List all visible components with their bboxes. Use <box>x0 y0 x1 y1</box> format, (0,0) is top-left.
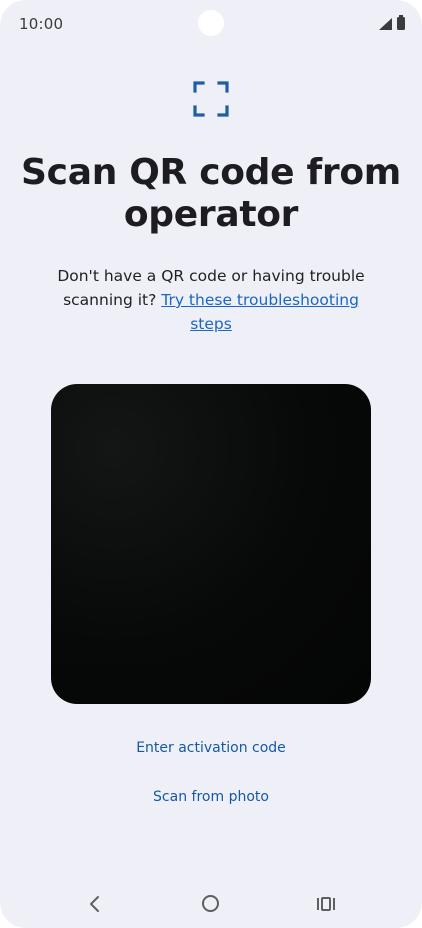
enter-activation-code-button[interactable]: Enter activation code <box>100 740 322 756</box>
help-text: Don't have a QR code or having trouble s… <box>50 264 372 336</box>
screen: 10:00 Scan QR code from operator Don't h… <box>0 0 422 928</box>
camera-cutout <box>198 10 224 36</box>
back-icon[interactable] <box>86 894 104 914</box>
scan-from-photo-button[interactable]: Scan from photo <box>100 789 322 805</box>
recent-apps-icon[interactable] <box>316 896 336 912</box>
camera-viewfinder <box>51 384 371 704</box>
battery-icon <box>397 15 405 30</box>
navigation-bar <box>0 884 422 924</box>
scan-icon <box>193 81 229 117</box>
status-icons <box>379 15 405 30</box>
page-title: Scan QR code from operator <box>21 152 401 235</box>
troubleshooting-link[interactable]: Try these troubleshooting steps <box>161 291 359 333</box>
status-bar: 10:00 <box>0 0 422 46</box>
home-icon[interactable] <box>202 895 219 912</box>
status-time: 10:00 <box>19 15 64 33</box>
signal-icon <box>379 18 392 30</box>
